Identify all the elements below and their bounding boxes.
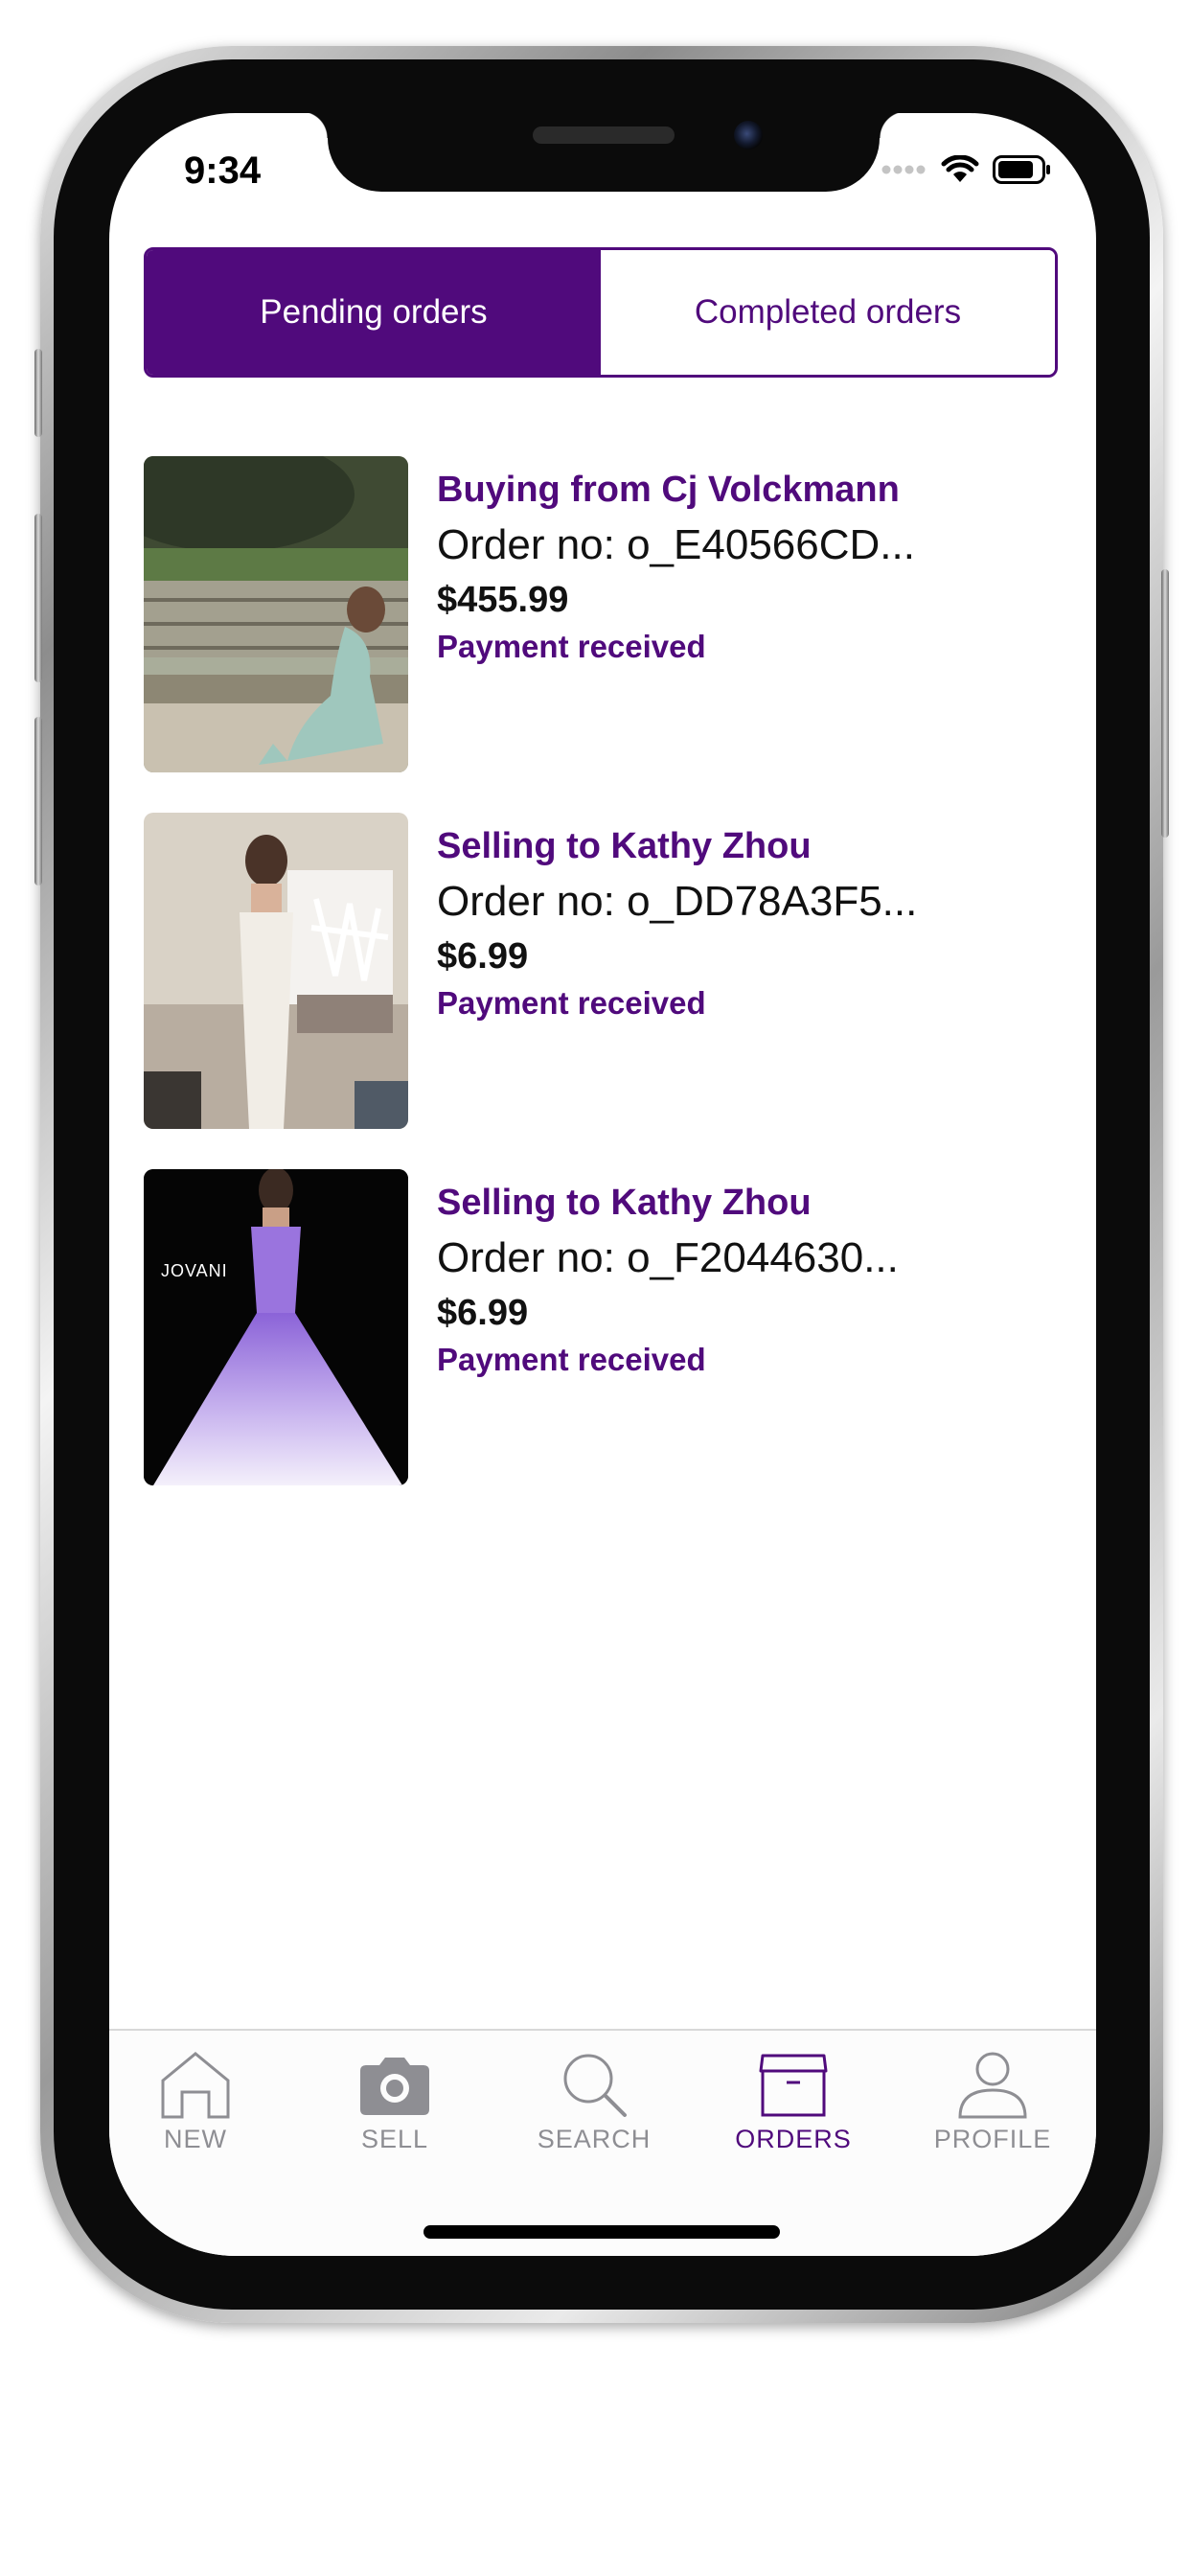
order-counterparty: Selling to Kathy Zhou bbox=[437, 1183, 812, 1223]
dress-photo bbox=[144, 456, 408, 772]
volume-up-button bbox=[34, 514, 42, 682]
order-thumbnail: JOVANI bbox=[144, 1169, 408, 1485]
order-price: $455.99 bbox=[437, 580, 569, 620]
status-icons bbox=[881, 155, 1052, 184]
tab-completed-orders[interactable]: Completed orders bbox=[601, 250, 1055, 375]
home-icon bbox=[161, 2052, 230, 2119]
order-number: Order no: o_E40566CD... bbox=[437, 521, 915, 568]
power-button bbox=[1161, 569, 1169, 838]
volume-down-button bbox=[34, 717, 42, 886]
order-details: Buying from Cj Volckmann Order no: o_E40… bbox=[437, 456, 915, 772]
tab-label: PROFILE bbox=[933, 2125, 1052, 2153]
order-list-item[interactable]: JOVANI Selling to Kathy Zhou Order no: o… bbox=[144, 1169, 1054, 1485]
bottom-tab-bar: NEW SELL SEARCH ORDERS PROFILE bbox=[109, 2029, 1096, 2256]
home-indicator bbox=[423, 2225, 780, 2239]
order-status: Payment received bbox=[437, 1342, 706, 1377]
tab-label: SELL bbox=[360, 2125, 429, 2153]
person-icon bbox=[958, 2052, 1027, 2119]
order-price: $6.99 bbox=[437, 1293, 529, 1333]
order-counterparty: Selling to Kathy Zhou bbox=[437, 826, 812, 866]
order-thumbnail bbox=[144, 456, 408, 772]
order-counterparty: Buying from Cj Volckmann bbox=[437, 470, 900, 510]
tab-new[interactable]: NEW bbox=[109, 2050, 282, 2154]
camera-icon bbox=[360, 2058, 429, 2115]
mute-switch bbox=[34, 349, 42, 437]
wifi-icon bbox=[941, 155, 979, 182]
tab-search[interactable]: SEARCH bbox=[508, 2050, 680, 2154]
tab-pending-orders[interactable]: Pending orders bbox=[147, 250, 601, 375]
tab-sell[interactable]: SELL bbox=[309, 2050, 481, 2154]
tab-profile[interactable]: PROFILE bbox=[906, 2050, 1079, 2154]
order-number: Order no: o_DD78A3F5... bbox=[437, 878, 918, 925]
order-status: Payment received bbox=[437, 629, 706, 664]
app-screen: 9:34 Pending orders Completed orders Buy… bbox=[109, 113, 1096, 2256]
speaker bbox=[533, 126, 675, 144]
orders-segmented-control: Pending orders Completed orders bbox=[144, 247, 1058, 378]
order-thumbnail bbox=[144, 813, 408, 1129]
order-price: $6.99 bbox=[437, 936, 529, 977]
dress-photo bbox=[144, 1169, 408, 1485]
status-time: 9:34 bbox=[184, 150, 262, 192]
tab-orders[interactable]: ORDERS bbox=[707, 2050, 880, 2154]
order-number: Order no: o_F2044630... bbox=[437, 1234, 899, 1281]
box-icon bbox=[759, 2054, 828, 2117]
brand-logo-text: JOVANI bbox=[161, 1261, 228, 1280]
order-list-item[interactable]: Selling to Kathy Zhou Order no: o_DD78A3… bbox=[144, 813, 1054, 1129]
tab-label: ORDERS bbox=[735, 2125, 852, 2153]
front-camera bbox=[734, 121, 763, 150]
search-icon bbox=[563, 2054, 627, 2117]
order-details: Selling to Kathy Zhou Order no: o_DD78A3… bbox=[437, 813, 917, 1129]
order-status: Payment received bbox=[437, 985, 706, 1021]
battery-icon bbox=[993, 155, 1050, 184]
tab-label: SEARCH bbox=[537, 2125, 652, 2153]
notch bbox=[301, 113, 906, 192]
order-list-item[interactable]: Buying from Cj Volckmann Order no: o_E40… bbox=[144, 456, 1054, 772]
dress-photo bbox=[144, 813, 408, 1129]
cellular-signal-icon bbox=[881, 165, 926, 174]
tab-label: NEW bbox=[164, 2125, 227, 2153]
order-details: Selling to Kathy Zhou Order no: o_F20446… bbox=[437, 1169, 899, 1485]
